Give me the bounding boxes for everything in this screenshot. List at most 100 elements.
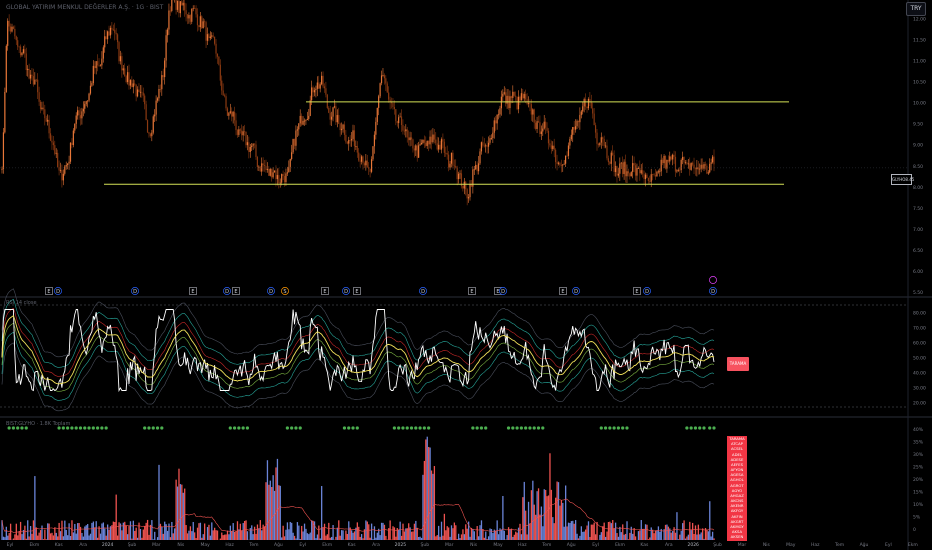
event-marker[interactable]: D [572,287,580,295]
event-marker[interactable]: E [468,287,476,295]
candle-body [44,109,46,119]
event-marker[interactable]: E [232,287,240,295]
rsi-tick: 50.00 [913,356,926,362]
event-marker[interactable]: D [709,287,717,295]
volume-bar [148,534,150,540]
candle-body [272,172,274,178]
volume-bar [497,534,500,540]
event-marker[interactable]: D [643,287,651,295]
event-marker[interactable]: E [189,287,197,295]
event-marker[interactable]: D [267,287,275,295]
price-axis[interactable]: 12.00 11.50 11.00 10.50 10.00 9.50 9.00 8.50 8.0… [913,17,926,533]
volume-label[interactable]: BIST:GLYHO · 1.8K Toplam [6,421,70,427]
candle-body [682,156,684,160]
signal-dot [541,426,545,430]
candle-body [316,82,318,89]
volume-bar [273,490,276,540]
candle-body [99,65,102,67]
symbol-title[interactable]: GLOBAL YATIRIM MENKUL DEĞERLER A.Ş. · 1G… [6,4,163,11]
signal-dot [290,426,294,430]
candle-body [614,166,617,172]
time-tick: Şub [421,542,430,548]
volume-bar [326,534,329,540]
candle-body [539,122,541,135]
volume-bar [448,527,450,540]
candle-body [242,131,244,136]
candle-body [249,146,251,153]
volume-bar [154,531,156,540]
event-marker[interactable]: E [321,287,329,295]
time-tick: Eyl [592,542,599,548]
candle-body [405,129,407,132]
event-marker[interactable]: E [45,287,53,295]
candle-body [61,170,63,181]
event-marker[interactable]: D [54,287,62,295]
event-marker[interactable]: E [353,287,361,295]
candle-body [328,108,330,113]
candle-body [343,124,346,135]
volume-bar [527,501,530,540]
candle-body [362,156,364,164]
volume-bar [510,528,513,540]
event-marker[interactable]: E [559,287,567,295]
volume-bar [115,494,117,540]
volume-bar [713,538,715,540]
candle-body [492,132,494,139]
volume-bar [449,536,451,540]
time-axis[interactable]: Eyl Ekm Kas Ara 2024 Şub Mar Nis May Haz Tem Ağu Eyl… [7,541,932,548]
candle-body [556,162,558,164]
volume-bar [415,520,417,540]
event-marker[interactable]: D [419,287,427,295]
volume-bar [439,536,441,540]
currency-button[interactable]: TRY [906,2,926,16]
event-marker[interactable]: S [281,287,289,295]
volume-bar [599,534,601,540]
time-tick: Ara [79,542,87,548]
candle-body [142,92,144,96]
candle-body [185,10,187,15]
candle-body [225,96,227,109]
candle-body [380,75,383,84]
time-tick: Mar [445,542,454,548]
candle-body [642,170,644,175]
candle-body [613,155,615,172]
event-marker[interactable]: E [633,287,641,295]
volume-bar [519,523,521,540]
volume-bar [243,520,246,540]
candle-body [37,79,39,93]
event-marker[interactable]: D [499,287,507,295]
candle-body [208,34,210,39]
time-tick: Kas [640,542,649,548]
volume-bar [490,529,493,540]
candle-body [596,132,598,144]
volume-bar [172,533,174,540]
volume-bar [198,523,200,540]
volume-bar [460,534,463,540]
candle-body [395,109,397,122]
candle-body [149,133,151,137]
volume-bar [124,521,126,540]
candle-body [57,152,59,168]
screen-list: TARAMA ATCAP ACSEL ADEL ADESE AEFES AFYON AGESA… [727,436,747,541]
event-markers[interactable]: EDDEDEDSEDEDEEDEDEDD [45,276,717,295]
price-tick: 5.50 [913,290,923,296]
volume-bar [166,530,169,540]
event-marker[interactable]: D [131,287,139,295]
candle-body [228,113,230,116]
candle-body [372,146,374,160]
volume-bar [593,522,595,540]
volume-bar [456,539,458,540]
event-marker[interactable]: D [342,287,350,295]
candle-body [486,145,488,147]
event-label: E [234,289,237,295]
signal-dot [91,426,95,430]
volume-bar [359,536,361,540]
candle-body [428,140,430,145]
chart-canvas[interactable]: EDDEDEDSEDEDEEDEDEDD 12.0011.5011.0010.5… [0,0,932,550]
volume-bar [315,538,317,540]
time-tick: Ağu [567,541,576,548]
screen-list-item[interactable]: AKSEN [727,535,747,540]
event-marker[interactable]: D [223,287,231,295]
rsi-label[interactable]: RSI 14 close [6,300,37,306]
volume-bar [255,533,257,540]
